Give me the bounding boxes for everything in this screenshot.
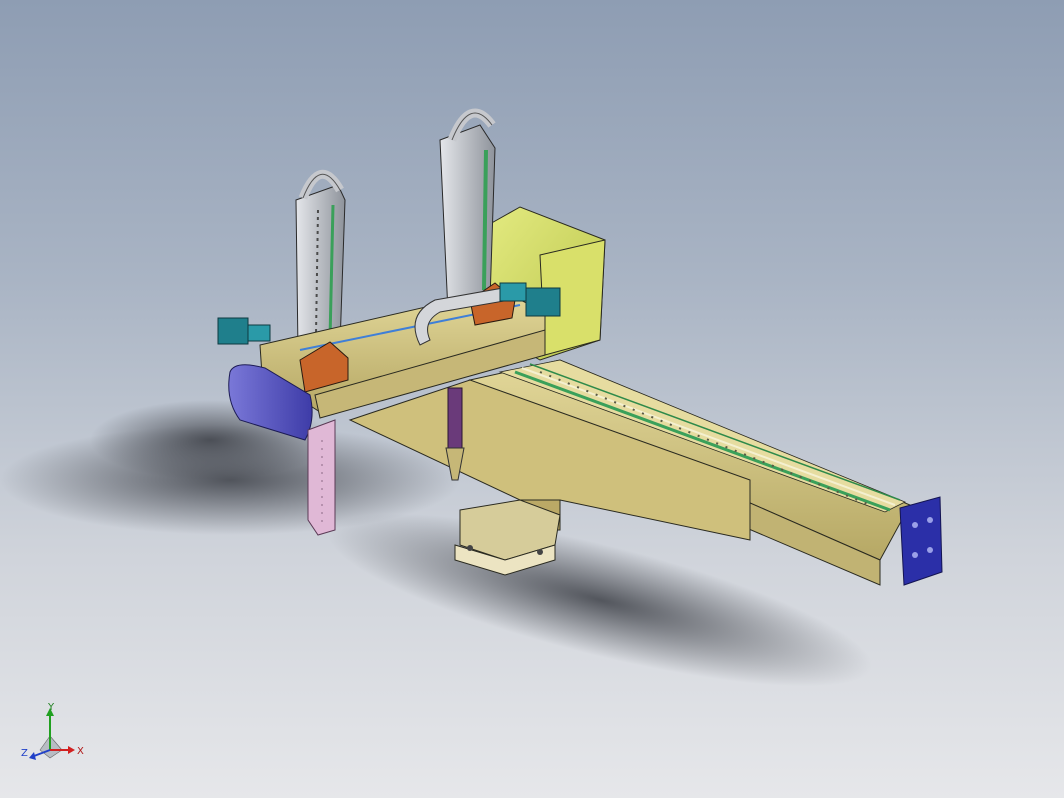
cad-viewport[interactable]: Y X Z: [0, 0, 1064, 798]
x-axis-label: X: [77, 746, 84, 757]
z-axis-label: Z: [21, 748, 28, 759]
rear-column[interactable]: [439, 108, 496, 313]
end-plate[interactable]: [899, 496, 943, 586]
coordinate-triad: Y X Z: [21, 702, 84, 760]
gantry-robot-model[interactable]: [0, 0, 1064, 798]
front-column[interactable]: [295, 169, 346, 351]
servo-motor-left[interactable]: [217, 317, 271, 345]
y-axis-label: Y: [47, 702, 55, 713]
vertical-arm-pink[interactable]: [307, 419, 336, 536]
